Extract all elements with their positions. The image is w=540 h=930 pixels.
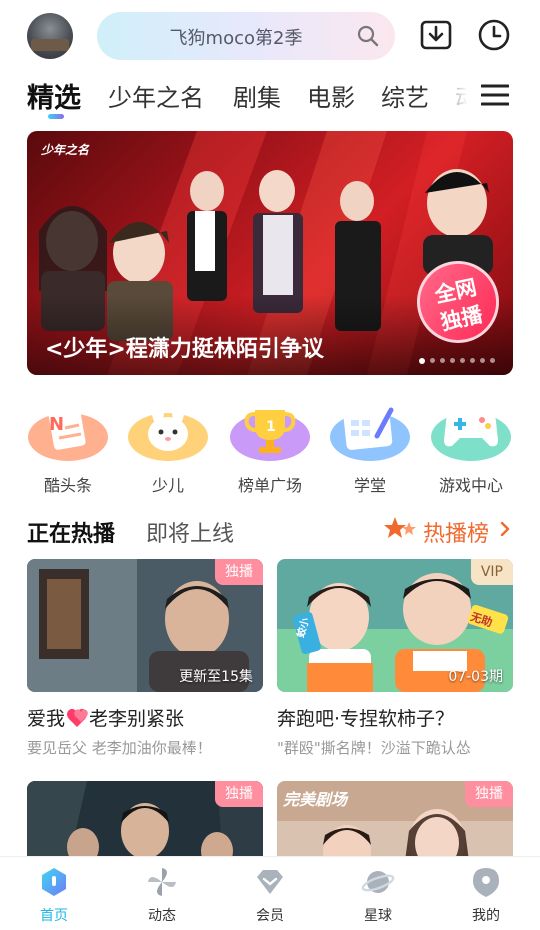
carousel-dot[interactable] bbox=[450, 358, 455, 363]
nav-profile[interactable]: 我的 bbox=[446, 865, 526, 925]
search-icon[interactable] bbox=[357, 25, 379, 47]
video-thumbnail[interactable]: 独播 更新至15集 bbox=[27, 559, 263, 692]
nav-feed[interactable]: 动态 bbox=[122, 865, 202, 925]
svg-text:1: 1 bbox=[266, 419, 276, 435]
card-title: 奔跑吧·专捏软柿子？ bbox=[277, 708, 455, 730]
hot-chart-link[interactable]: 热播榜 bbox=[423, 516, 489, 548]
trophy-icon: 1 bbox=[230, 410, 310, 461]
card-subtitle: "群殴"撕名牌！沙溢下跪认怂 bbox=[277, 739, 471, 757]
carousel-dot[interactable] bbox=[440, 358, 445, 363]
avatar[interactable] bbox=[27, 13, 73, 59]
exclusive-tag: 独播 bbox=[215, 781, 263, 807]
nav-home[interactable]: 首页 bbox=[14, 865, 94, 925]
history-icon[interactable] bbox=[477, 18, 511, 52]
carousel-dot[interactable] bbox=[419, 357, 425, 364]
shortcut-games[interactable]: 游戏中心 bbox=[423, 400, 519, 496]
planet-icon bbox=[361, 871, 395, 893]
search-bar[interactable]: 飞狗moco第2季 bbox=[97, 12, 395, 60]
pinwheel-icon bbox=[148, 868, 176, 896]
episode-note: 07-03期 bbox=[448, 669, 503, 685]
hot-section-header: 正在热播 即将上线 热播榜 bbox=[0, 510, 540, 552]
carousel-dot[interactable] bbox=[430, 358, 435, 363]
shortcut-label: 学堂 bbox=[353, 476, 386, 495]
carousel-dot[interactable] bbox=[490, 358, 495, 363]
badge-line-2: 独播 bbox=[438, 302, 485, 335]
channel-tabs: 精选 少年之名 剧集 电影 综艺 动 bbox=[0, 72, 470, 122]
video-thumbnail[interactable]: 无助 蛟小 VIP 07-03期 bbox=[277, 559, 513, 692]
nav-planet[interactable]: 星球 bbox=[338, 865, 418, 925]
gamepad-icon bbox=[431, 412, 511, 461]
channel-nav: 精选 少年之名 剧集 电影 综艺 动 bbox=[0, 72, 540, 122]
exclusive-tag: 独播 bbox=[465, 781, 513, 807]
shortcut-label: 少儿 bbox=[151, 476, 184, 495]
diamond-icon bbox=[257, 870, 283, 894]
top-bar: 飞狗moco第2季 bbox=[0, 0, 540, 72]
profile-icon bbox=[473, 868, 499, 897]
search-placeholder: 飞狗moco第2季 bbox=[169, 28, 303, 49]
banner-logo: 少年之名 bbox=[41, 143, 90, 157]
shortcut-news[interactable]: N 酷头条 bbox=[20, 400, 116, 496]
nav-label: 动态 bbox=[148, 908, 176, 924]
tab-movies[interactable]: 电影 bbox=[307, 78, 355, 113]
carousel-dot[interactable] bbox=[460, 358, 465, 363]
tab-featured[interactable]: 精选 bbox=[27, 76, 81, 115]
carousel-dot[interactable] bbox=[470, 358, 475, 363]
tab-series[interactable]: 剧集 bbox=[233, 78, 281, 113]
card-title-part: 爱我 bbox=[27, 708, 66, 730]
series-logo: 完美剧场 bbox=[283, 790, 349, 809]
badge-line-1: 全网 bbox=[432, 275, 479, 308]
shortcut-charts[interactable]: 1 榜单广场 bbox=[222, 400, 318, 496]
tabs-fade bbox=[430, 72, 470, 122]
tab-shaonian[interactable]: 少年之名 bbox=[108, 78, 204, 113]
episode-note: 更新至15集 bbox=[179, 669, 253, 685]
card-title-part: 老李别紧张 bbox=[89, 708, 185, 730]
nav-label: 星球 bbox=[364, 908, 392, 924]
carousel-dot[interactable] bbox=[480, 358, 485, 363]
vip-tag: VIP bbox=[470, 559, 513, 585]
shortcut-label: 酷头条 bbox=[43, 476, 92, 495]
nav-vip[interactable]: 会员 bbox=[230, 865, 310, 925]
menu-icon[interactable] bbox=[481, 83, 509, 107]
nav-label: 首页 bbox=[40, 908, 68, 924]
nav-label: 会员 bbox=[256, 908, 284, 924]
banner-title: <少年>程潇力挺林陌引争议 bbox=[45, 337, 324, 362]
home-icon bbox=[42, 868, 66, 896]
shortcut-label: 游戏中心 bbox=[438, 476, 503, 495]
video-card[interactable]: 无助 蛟小 VIP 07-03期 奔跑吧·专捏软柿子？ "群殴"撕名牌！沙溢下跪… bbox=[277, 559, 513, 758]
nav-label: 我的 bbox=[472, 908, 500, 924]
shortcut-kids[interactable]: 少儿 bbox=[120, 400, 216, 496]
hero-banner[interactable]: 少年之名 全网 独播 <少年>程潇力挺林陌引争议 bbox=[27, 131, 513, 375]
carousel-dots bbox=[414, 350, 495, 364]
bunny-icon bbox=[128, 400, 208, 461]
card-title: 爱我 老李别紧张 bbox=[27, 704, 263, 731]
tab-now-playing[interactable]: 正在热播 bbox=[27, 516, 115, 548]
heart-icon bbox=[67, 708, 88, 727]
chevron-right-icon[interactable] bbox=[500, 522, 510, 536]
card-subtitle: 要见岳父 老李加油你最棒！ bbox=[27, 739, 212, 757]
shortcut-row: N 酷头条 少儿 1 榜单广场 学堂 游戏中心 bbox=[0, 400, 540, 496]
tab-coming-soon[interactable]: 即将上线 bbox=[146, 516, 234, 548]
star-icon bbox=[384, 517, 416, 538]
shortcut-label: 榜单广场 bbox=[237, 476, 302, 495]
tab-variety[interactable]: 综艺 bbox=[381, 78, 429, 113]
download-icon[interactable] bbox=[419, 18, 453, 52]
video-card[interactable]: 独播 更新至15集 爱我 老李别紧张 要见岳父 老李加油你最棒！ bbox=[27, 559, 263, 758]
active-tab-indicator bbox=[48, 114, 64, 119]
notebook-icon bbox=[330, 407, 410, 461]
svg-text:N: N bbox=[49, 414, 64, 435]
shortcut-school[interactable]: 学堂 bbox=[322, 400, 418, 496]
bottom-nav: 首页 动态 会员 星球 我的 bbox=[0, 856, 540, 930]
news-icon: N bbox=[28, 406, 108, 461]
exclusive-tag: 独播 bbox=[215, 559, 263, 585]
